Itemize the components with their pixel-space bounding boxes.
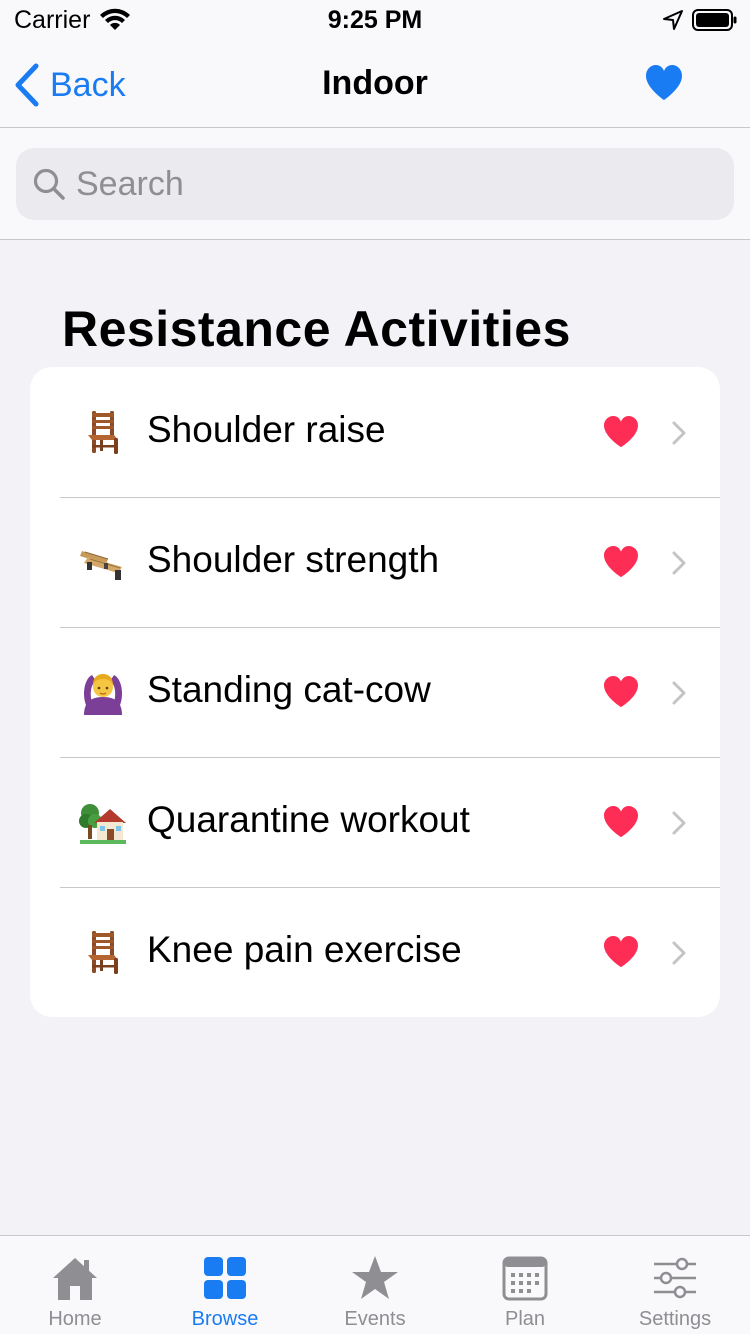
list-item-label: Standing cat-cow — [147, 669, 431, 710]
heart-icon[interactable] — [602, 805, 640, 839]
list-item-label: Shoulder strength — [147, 539, 440, 580]
heart-icon[interactable] — [602, 545, 640, 579]
tab-browse[interactable]: Browse — [150, 1236, 300, 1334]
list-item-label: Quarantine workout — [147, 799, 470, 840]
status-time: 9:25 PM — [327, 6, 423, 34]
activity-list: Shoulder raise Shoulder strength Standin… — [30, 367, 720, 1017]
tab-plan[interactable]: Plan — [450, 1236, 600, 1334]
sliders-icon — [654, 1257, 696, 1299]
list-item[interactable]: Shoulder raise — [30, 367, 720, 497]
battery-icon — [692, 9, 737, 31]
navigation-bar: Back Indoor — [0, 40, 750, 128]
tab-events[interactable]: Events — [300, 1236, 450, 1334]
location-arrow-icon — [663, 10, 683, 30]
star-icon — [352, 1256, 398, 1299]
section-title: Resistance Activities — [62, 301, 571, 357]
list-item[interactable]: Standing cat-cow — [30, 627, 720, 757]
tab-settings[interactable]: Settings — [600, 1236, 750, 1334]
chevron-right-icon — [672, 681, 686, 705]
tab-label: Plan — [504, 1308, 546, 1330]
search-icon — [33, 168, 65, 200]
tab-label: Events — [344, 1308, 406, 1330]
list-item[interactable]: Knee pain exercise — [30, 887, 720, 1017]
list-item[interactable]: Quarantine workout — [30, 757, 720, 887]
chevron-right-icon — [672, 421, 686, 445]
favorite-heart-icon[interactable] — [644, 64, 684, 102]
page-title: Indoor — [322, 64, 428, 102]
chevron-right-icon — [672, 551, 686, 575]
tab-label: Home — [48, 1308, 102, 1330]
tab-label: Settings — [638, 1308, 712, 1330]
list-item-label: Knee pain exercise — [147, 929, 462, 970]
chair-icon — [88, 411, 118, 454]
status-bar: Carrier 9:25 PM — [0, 0, 750, 40]
person-arms-up-icon — [84, 674, 122, 715]
tab-home[interactable]: Home — [0, 1236, 150, 1334]
list-item[interactable]: Shoulder strength — [30, 497, 720, 627]
heart-icon[interactable] — [602, 935, 640, 969]
tab-label: Browse — [191, 1308, 259, 1330]
list-item-label: Shoulder raise — [147, 409, 386, 450]
top-chrome: Carrier 9:25 PM Back Indoor — [0, 0, 750, 240]
heart-icon[interactable] — [602, 675, 640, 709]
home-icon — [53, 1258, 97, 1300]
tab-bar: Home Browse Events Plan Settings — [0, 1235, 750, 1334]
chevron-right-icon — [672, 941, 686, 965]
search-bar[interactable] — [16, 148, 734, 220]
search-input[interactable] — [76, 154, 734, 214]
house-with-tree-icon — [79, 804, 126, 844]
heart-icon[interactable] — [602, 415, 640, 449]
bench-icon — [80, 551, 122, 580]
chevron-right-icon — [672, 811, 686, 835]
grid-icon — [204, 1257, 246, 1299]
calendar-icon — [502, 1256, 548, 1301]
chair-icon — [88, 931, 118, 974]
